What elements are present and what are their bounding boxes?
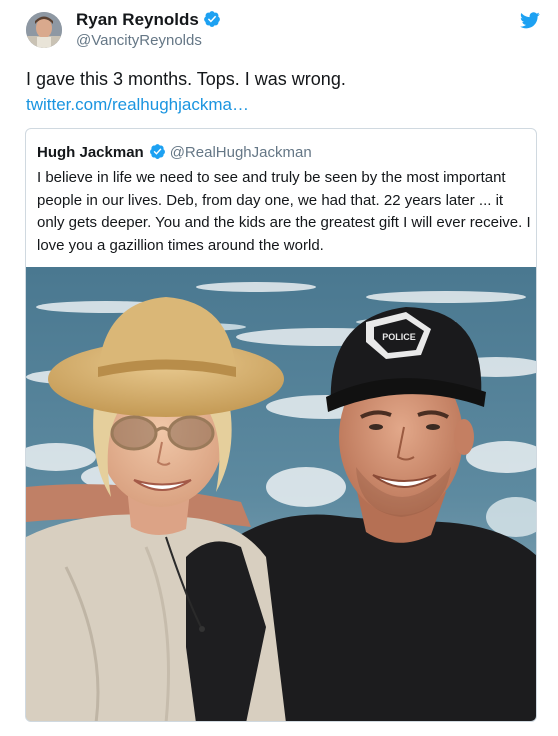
cap-patch-text: POLICE xyxy=(382,332,416,342)
tweet-card: Ryan Reynolds @VancityReynolds I gave th… xyxy=(0,0,558,736)
author-name[interactable]: Ryan Reynolds xyxy=(76,10,199,29)
quoted-author-name[interactable]: Hugh Jackman xyxy=(37,144,144,161)
author-avatar[interactable] xyxy=(26,12,62,48)
quoted-author-handle[interactable]: @RealHughJackman xyxy=(170,144,312,161)
tweet-link[interactable]: twitter.com/realhughjackma… xyxy=(26,94,249,116)
quoted-tweet-text: I believe in life we need to see and tru… xyxy=(37,169,531,254)
quoted-tweet-photo[interactable]: POLICE xyxy=(26,267,537,722)
author-name-row[interactable]: Ryan Reynolds xyxy=(76,10,221,30)
quoted-tweet[interactable]: Hugh Jackman @RealHughJackman I believe … xyxy=(25,128,537,722)
twitter-bird-icon[interactable] xyxy=(520,12,540,29)
verified-badge-icon xyxy=(149,144,165,159)
quoted-tweet-header: Hugh Jackman @RealHughJackman xyxy=(37,143,312,162)
author-handle[interactable]: @VancityReynolds xyxy=(76,32,202,50)
verified-badge-icon xyxy=(203,11,220,27)
tweet-text: I gave this 3 months. Tops. I was wrong. xyxy=(26,69,346,89)
